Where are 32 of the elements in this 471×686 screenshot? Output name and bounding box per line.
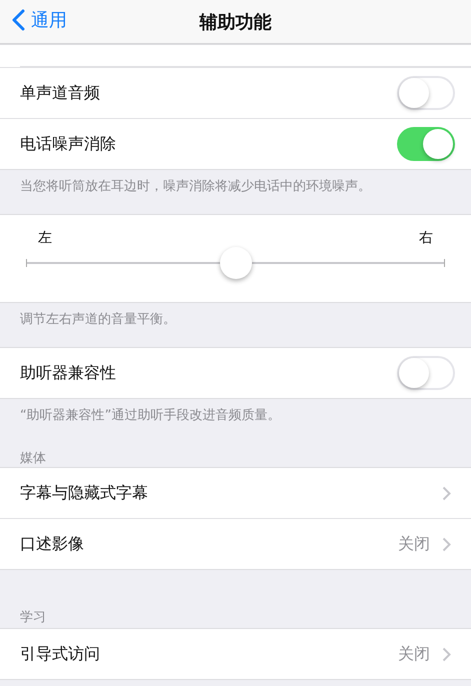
toggle-switch[interactable] (397, 127, 455, 161)
chevron-icon (442, 646, 451, 662)
row-label: 助听器兼容性 (20, 362, 117, 384)
row-label: 口述影像 (20, 534, 85, 554)
back-chevron-icon (12, 9, 25, 31)
left-label: 左 (38, 229, 52, 247)
settings-row[interactable]: 字幕与隐藏式字幕 (0, 468, 471, 518)
row-label: 引导式访问 (20, 644, 101, 664)
slider-thumb[interactable] (220, 247, 252, 279)
section-header: 学习 (19, 609, 47, 627)
row-label: 字幕与隐藏式字幕 (20, 482, 149, 504)
page-title: 辅助功能 (200, 10, 272, 34)
toggle-switch[interactable] (397, 76, 455, 110)
back-button[interactable]: 通用 (8, 6, 71, 34)
footer-note: 调节左右声道的音量平衡。 (19, 311, 177, 329)
row-label: 单声道音频 (20, 82, 101, 104)
settings-row[interactable]: 电话噪声消除 (0, 118, 471, 169)
settings-row[interactable]: 口述影像 关闭 (0, 518, 471, 569)
footer-note: 当您将听筒放在耳边时，噪声消除将减少电话中的环境噪声。 (19, 178, 372, 196)
settings-row[interactable]: 助听器兼容性 (0, 348, 471, 398)
settings-row[interactable]: 单声道音频 (0, 67, 471, 118)
footer-note: “助听器兼容性”通过助听手段改进音频质量。 (19, 407, 282, 425)
chevron-icon (442, 486, 451, 500)
right-label: 右 (419, 229, 433, 247)
row-value: 关闭 (398, 534, 430, 554)
row-label: 电话噪声消除 (20, 134, 117, 154)
row-value: 关闭 (398, 644, 430, 664)
chevron-icon (442, 536, 451, 552)
settings-row[interactable]: 引导式访问 关闭 (0, 629, 471, 679)
section-header: 媒体 (19, 450, 47, 467)
balance-slider[interactable] (26, 247, 445, 281)
toggle-switch[interactable] (397, 356, 455, 390)
